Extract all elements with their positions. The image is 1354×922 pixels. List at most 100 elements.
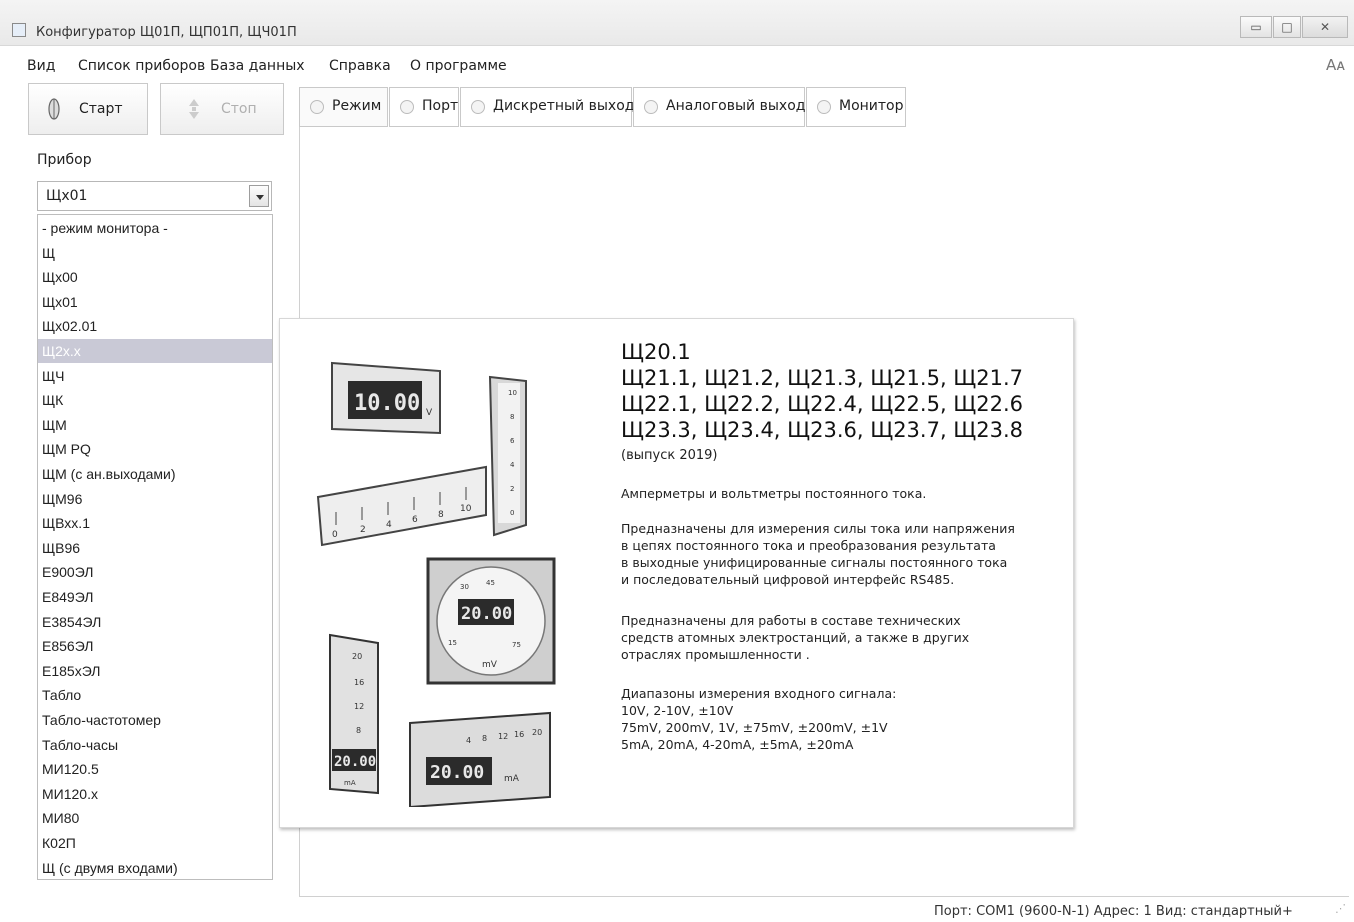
device-list-item[interactable]: Щх01 bbox=[38, 290, 272, 314]
svg-text:8: 8 bbox=[438, 510, 444, 520]
start-button[interactable]: Старт bbox=[28, 83, 148, 135]
device-list-item[interactable]: Табло bbox=[38, 683, 272, 707]
device-select-value: Щх01 bbox=[46, 188, 88, 204]
menu-device-list[interactable]: Список приборов bbox=[78, 58, 205, 74]
tab-monitor[interactable]: Монитор bbox=[806, 87, 906, 127]
maximize-button[interactable]: □ bbox=[1273, 16, 1301, 38]
svg-text:10: 10 bbox=[460, 504, 472, 514]
svg-text:4: 4 bbox=[510, 461, 515, 469]
device-models-line: Щ22.1, Щ22.2, Щ22.4, Щ22.5, Щ22.6 bbox=[621, 392, 1024, 416]
device-list-item[interactable]: Щх00 bbox=[38, 265, 272, 289]
chevron-down-icon[interactable] bbox=[249, 185, 269, 207]
device-list-item[interactable]: Щ2х.х bbox=[38, 339, 272, 363]
svg-text:6: 6 bbox=[412, 515, 418, 525]
font-size-icon[interactable]: Aᴀ bbox=[1326, 56, 1345, 74]
radio-icon bbox=[471, 100, 485, 114]
svg-text:0: 0 bbox=[510, 509, 514, 517]
tab-discrete-output[interactable]: Дискретный выход bbox=[460, 87, 635, 127]
device-list-item[interactable]: ЩМ96 bbox=[38, 487, 272, 511]
radio-icon bbox=[400, 100, 414, 114]
device-list-item[interactable]: Табло-часы bbox=[38, 733, 272, 757]
start-label: Старт bbox=[79, 101, 123, 117]
device-models-line: Щ21.1, Щ21.2, Щ21.3, Щ21.5, Щ21.7 bbox=[621, 366, 1024, 390]
tab-analog-output[interactable]: Аналоговый выход bbox=[633, 87, 805, 127]
svg-text:mV: mV bbox=[482, 660, 498, 670]
device-list-item[interactable]: ЩВхх.1 bbox=[38, 511, 272, 535]
svg-text:12: 12 bbox=[354, 702, 364, 711]
svg-text:6: 6 bbox=[510, 437, 515, 445]
device-list-item[interactable]: Щх02.01 bbox=[38, 314, 272, 338]
tab-label: Дискретный выход bbox=[493, 98, 635, 114]
tab-label: Монитор bbox=[839, 98, 904, 114]
stop-button[interactable]: Стоп bbox=[160, 83, 284, 135]
window-title: Конфигуратор Щ01П, ЩП01П, ЩЧ01П bbox=[36, 25, 297, 40]
tab-label: Аналоговый выход bbox=[666, 98, 806, 114]
svg-text:8: 8 bbox=[482, 734, 487, 743]
svg-text:75: 75 bbox=[512, 641, 521, 649]
device-list-item[interactable]: Е849ЭЛ bbox=[38, 585, 272, 609]
stop-icon bbox=[189, 99, 199, 119]
device-list-item[interactable]: МИ120.х bbox=[38, 782, 272, 806]
device-list-item[interactable]: Е856ЭЛ bbox=[38, 634, 272, 658]
round-meter: 20.00 30 45 15 75 mV bbox=[426, 557, 556, 685]
menu-help[interactable]: Справка bbox=[329, 58, 391, 74]
device-photo: 10.00 V 10 8 6 4 2 0 0 2 4 6 8 10 20.00 … bbox=[316, 361, 556, 807]
device-list-item[interactable]: К02П bbox=[38, 831, 272, 855]
top-meter-display: 10.00 bbox=[354, 391, 420, 416]
device-list-item[interactable]: Е900ЭЛ bbox=[38, 560, 272, 584]
device-list-item[interactable]: МИ120.5 bbox=[38, 757, 272, 781]
device-models-line: Щ23.3, Щ23.4, Щ23.6, Щ23.7, Щ23.8 bbox=[621, 418, 1024, 442]
device-list-item[interactable]: МИ80 bbox=[38, 806, 272, 830]
device-summary: Амперметры и вольтметры постоянного тока… bbox=[621, 486, 927, 501]
horizontal-scale-meter: 0 2 4 6 8 10 bbox=[316, 465, 487, 547]
tab-mode[interactable]: Режим bbox=[299, 87, 388, 127]
svg-text:8: 8 bbox=[510, 413, 514, 421]
measurement-ranges: Диапазоны измерения входного сигнала: 10… bbox=[621, 686, 897, 752]
device-list-item[interactable]: Щ (с двумя входами) bbox=[38, 856, 272, 879]
svg-text:20: 20 bbox=[352, 652, 362, 661]
svg-text:mA: mA bbox=[504, 774, 520, 784]
tab-port[interactable]: Порт bbox=[389, 87, 459, 127]
menu-about[interactable]: О программе bbox=[410, 58, 507, 74]
device-list-item[interactable]: ЩМ (с ан.выходами) bbox=[38, 462, 272, 486]
device-list-item[interactable]: Щ bbox=[38, 241, 272, 265]
device-dropdown-list: - режим монитора - Щ Щх00 Щх01 Щх02.01 Щ2х.х Щ… bbox=[37, 214, 273, 880]
radio-icon bbox=[817, 100, 831, 114]
svg-text:8: 8 bbox=[356, 726, 361, 735]
svg-text:2: 2 bbox=[510, 485, 514, 493]
device-list-item[interactable]: ЩЧ bbox=[38, 364, 272, 388]
device-list-item[interactable]: ЩВ96 bbox=[38, 536, 272, 560]
device-model-title: Щ20.1 bbox=[621, 340, 691, 364]
device-list-item[interactable]: Е185хЭЛ bbox=[38, 659, 272, 683]
menu-view[interactable]: Вид bbox=[27, 58, 55, 74]
device-list-item[interactable]: - режим монитора - bbox=[38, 216, 272, 240]
device-list-item[interactable]: ЩМ PQ bbox=[38, 437, 272, 461]
svg-text:2: 2 bbox=[360, 525, 366, 535]
radio-icon bbox=[644, 100, 658, 114]
device-list-item[interactable]: ЩМ bbox=[38, 413, 272, 437]
svg-text:45: 45 bbox=[486, 579, 495, 587]
device-list-item[interactable]: Е3854ЭЛ bbox=[38, 610, 272, 634]
device-list-item[interactable]: Табло-частотомер bbox=[38, 708, 272, 732]
svg-text:20.00: 20.00 bbox=[430, 762, 484, 783]
svg-text:mA: mA bbox=[344, 779, 356, 787]
resize-grip-icon[interactable]: ⋰ bbox=[1335, 902, 1349, 918]
top-meter: 10.00 V bbox=[331, 361, 441, 435]
svg-text:20: 20 bbox=[532, 728, 542, 737]
app-icon bbox=[12, 23, 26, 37]
device-info-panel: 10.00 V 10 8 6 4 2 0 0 2 4 6 8 10 20.00 … bbox=[279, 318, 1074, 828]
svg-text:4: 4 bbox=[386, 520, 392, 530]
bottom-right-meter: 4 8 12 16 20 20.00 mA bbox=[409, 711, 551, 807]
svg-text:4: 4 bbox=[466, 736, 471, 745]
close-button[interactable]: ✕ bbox=[1302, 16, 1348, 38]
minimize-button[interactable]: ▭ bbox=[1240, 16, 1272, 38]
stop-label: Стоп bbox=[221, 101, 257, 117]
device-list-item[interactable]: ЩК bbox=[38, 388, 272, 412]
svg-text:20.00: 20.00 bbox=[334, 754, 376, 770]
tab-label: Порт bbox=[422, 98, 459, 114]
device-select[interactable]: Щх01 bbox=[37, 181, 272, 211]
menu-database[interactable]: База данных bbox=[210, 58, 305, 74]
top-meter-unit: V bbox=[426, 408, 433, 418]
device-purpose: Предназначены для измерения силы тока ил… bbox=[621, 521, 1015, 587]
svg-text:30: 30 bbox=[460, 583, 469, 591]
